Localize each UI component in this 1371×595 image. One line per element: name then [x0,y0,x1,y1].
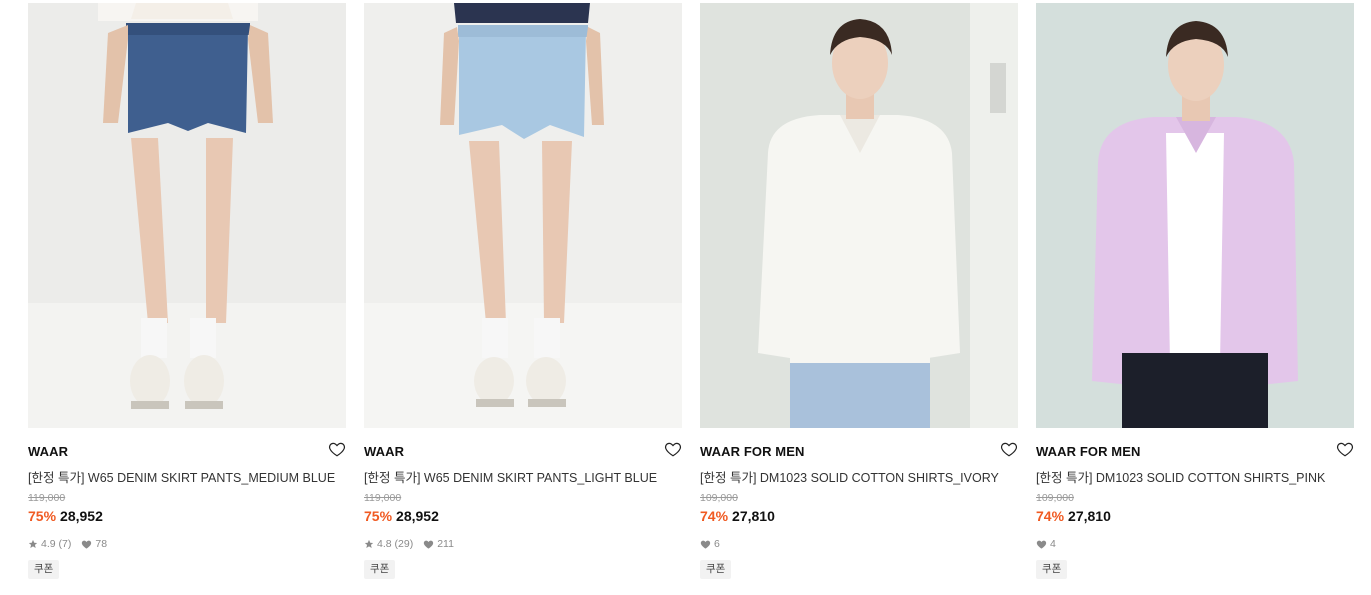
rating-value: 4.8 [377,538,392,550]
product-image[interactable] [28,3,346,428]
review-count: (7) [58,538,72,550]
rating: 4.8 (29) [364,538,413,550]
wishlist-heart-icon[interactable] [328,440,346,458]
rating: 4.9 (7) [28,538,71,550]
price-line: 74% 27,810 [700,508,775,524]
product-title[interactable]: [한정 특가] W65 DENIM SKIRT PANTS_LIGHT BLUE [364,467,682,486]
review-count: (29) [394,538,414,550]
product-title[interactable]: [한정 특가] DM1023 SOLID COTTON SHIRTS_IVORY [700,467,1018,486]
coupon-badge: 쿠폰 [28,560,60,579]
product-title[interactable]: [한정 특가] W65 DENIM SKIRT PANTS_MEDIUM BLU… [28,467,346,486]
heart-filled-icon [81,539,92,549]
product-image[interactable] [700,3,1018,428]
coupon-badge: 쿠폰 [1036,560,1068,579]
like-count: 6 [714,538,720,550]
discount-rate: 75% [28,508,57,524]
product-stats: 4 [1036,538,1066,550]
product-stats: 4.9 (7) 78 [28,538,117,550]
coupon-badge: 쿠폰 [364,560,396,579]
product-stats: 6 [700,538,730,550]
heart-filled-icon [423,539,434,549]
brand-name[interactable]: WAAR FOR MEN [1036,444,1140,459]
original-price: 109,000 [1036,492,1074,504]
price-line: 75% 28,952 [28,508,103,524]
rating-value: 4.9 [41,538,56,550]
brand-name[interactable]: WAAR [364,444,404,459]
product-stats: 4.8 (29) 211 [364,538,464,550]
star-icon [364,539,374,549]
original-price: 119,000 [364,492,402,504]
heart-filled-icon [1036,539,1047,549]
sale-price: 28,952 [60,508,103,524]
original-price: 109,000 [700,492,738,504]
price-line: 75% 28,952 [364,508,439,524]
product-title[interactable]: [한정 특가] DM1023 SOLID COTTON SHIRTS_PINK [1036,467,1354,486]
sale-price: 28,952 [396,508,439,524]
likes: 78 [81,538,107,550]
wishlist-heart-icon[interactable] [664,440,682,458]
likes: 211 [423,538,454,550]
like-count: 211 [437,538,454,550]
brand-name[interactable]: WAAR [28,444,68,459]
likes: 4 [1036,538,1056,550]
like-count: 4 [1050,538,1056,550]
coupon-badge: 쿠폰 [700,560,732,579]
product-card[interactable]: WAAR FOR MEN [한정 특가] DM1023 SOLID COTTON… [700,3,1018,595]
discount-rate: 74% [700,508,729,524]
likes: 6 [700,538,720,550]
product-image[interactable] [364,3,682,428]
product-image[interactable] [1036,3,1354,428]
discount-rate: 75% [364,508,393,524]
brand-name[interactable]: WAAR FOR MEN [700,444,804,459]
like-count: 78 [95,538,108,550]
product-grid: WAAR [한정 특가] W65 DENIM SKIRT PANTS_MEDIU… [28,3,1354,595]
sale-price: 27,810 [732,508,775,524]
product-card[interactable]: WAAR [한정 특가] W65 DENIM SKIRT PANTS_MEDIU… [28,3,346,595]
product-card[interactable]: WAAR FOR MEN [한정 특가] DM1023 SOLID COTTON… [1036,3,1354,595]
wishlist-heart-icon[interactable] [1336,440,1354,458]
product-card[interactable]: WAAR [한정 특가] W65 DENIM SKIRT PANTS_LIGHT… [364,3,682,595]
wishlist-heart-icon[interactable] [1000,440,1018,458]
price-line: 74% 27,810 [1036,508,1111,524]
discount-rate: 74% [1036,508,1065,524]
original-price: 119,000 [28,492,66,504]
sale-price: 27,810 [1068,508,1111,524]
heart-filled-icon [700,539,711,549]
star-icon [28,539,38,549]
